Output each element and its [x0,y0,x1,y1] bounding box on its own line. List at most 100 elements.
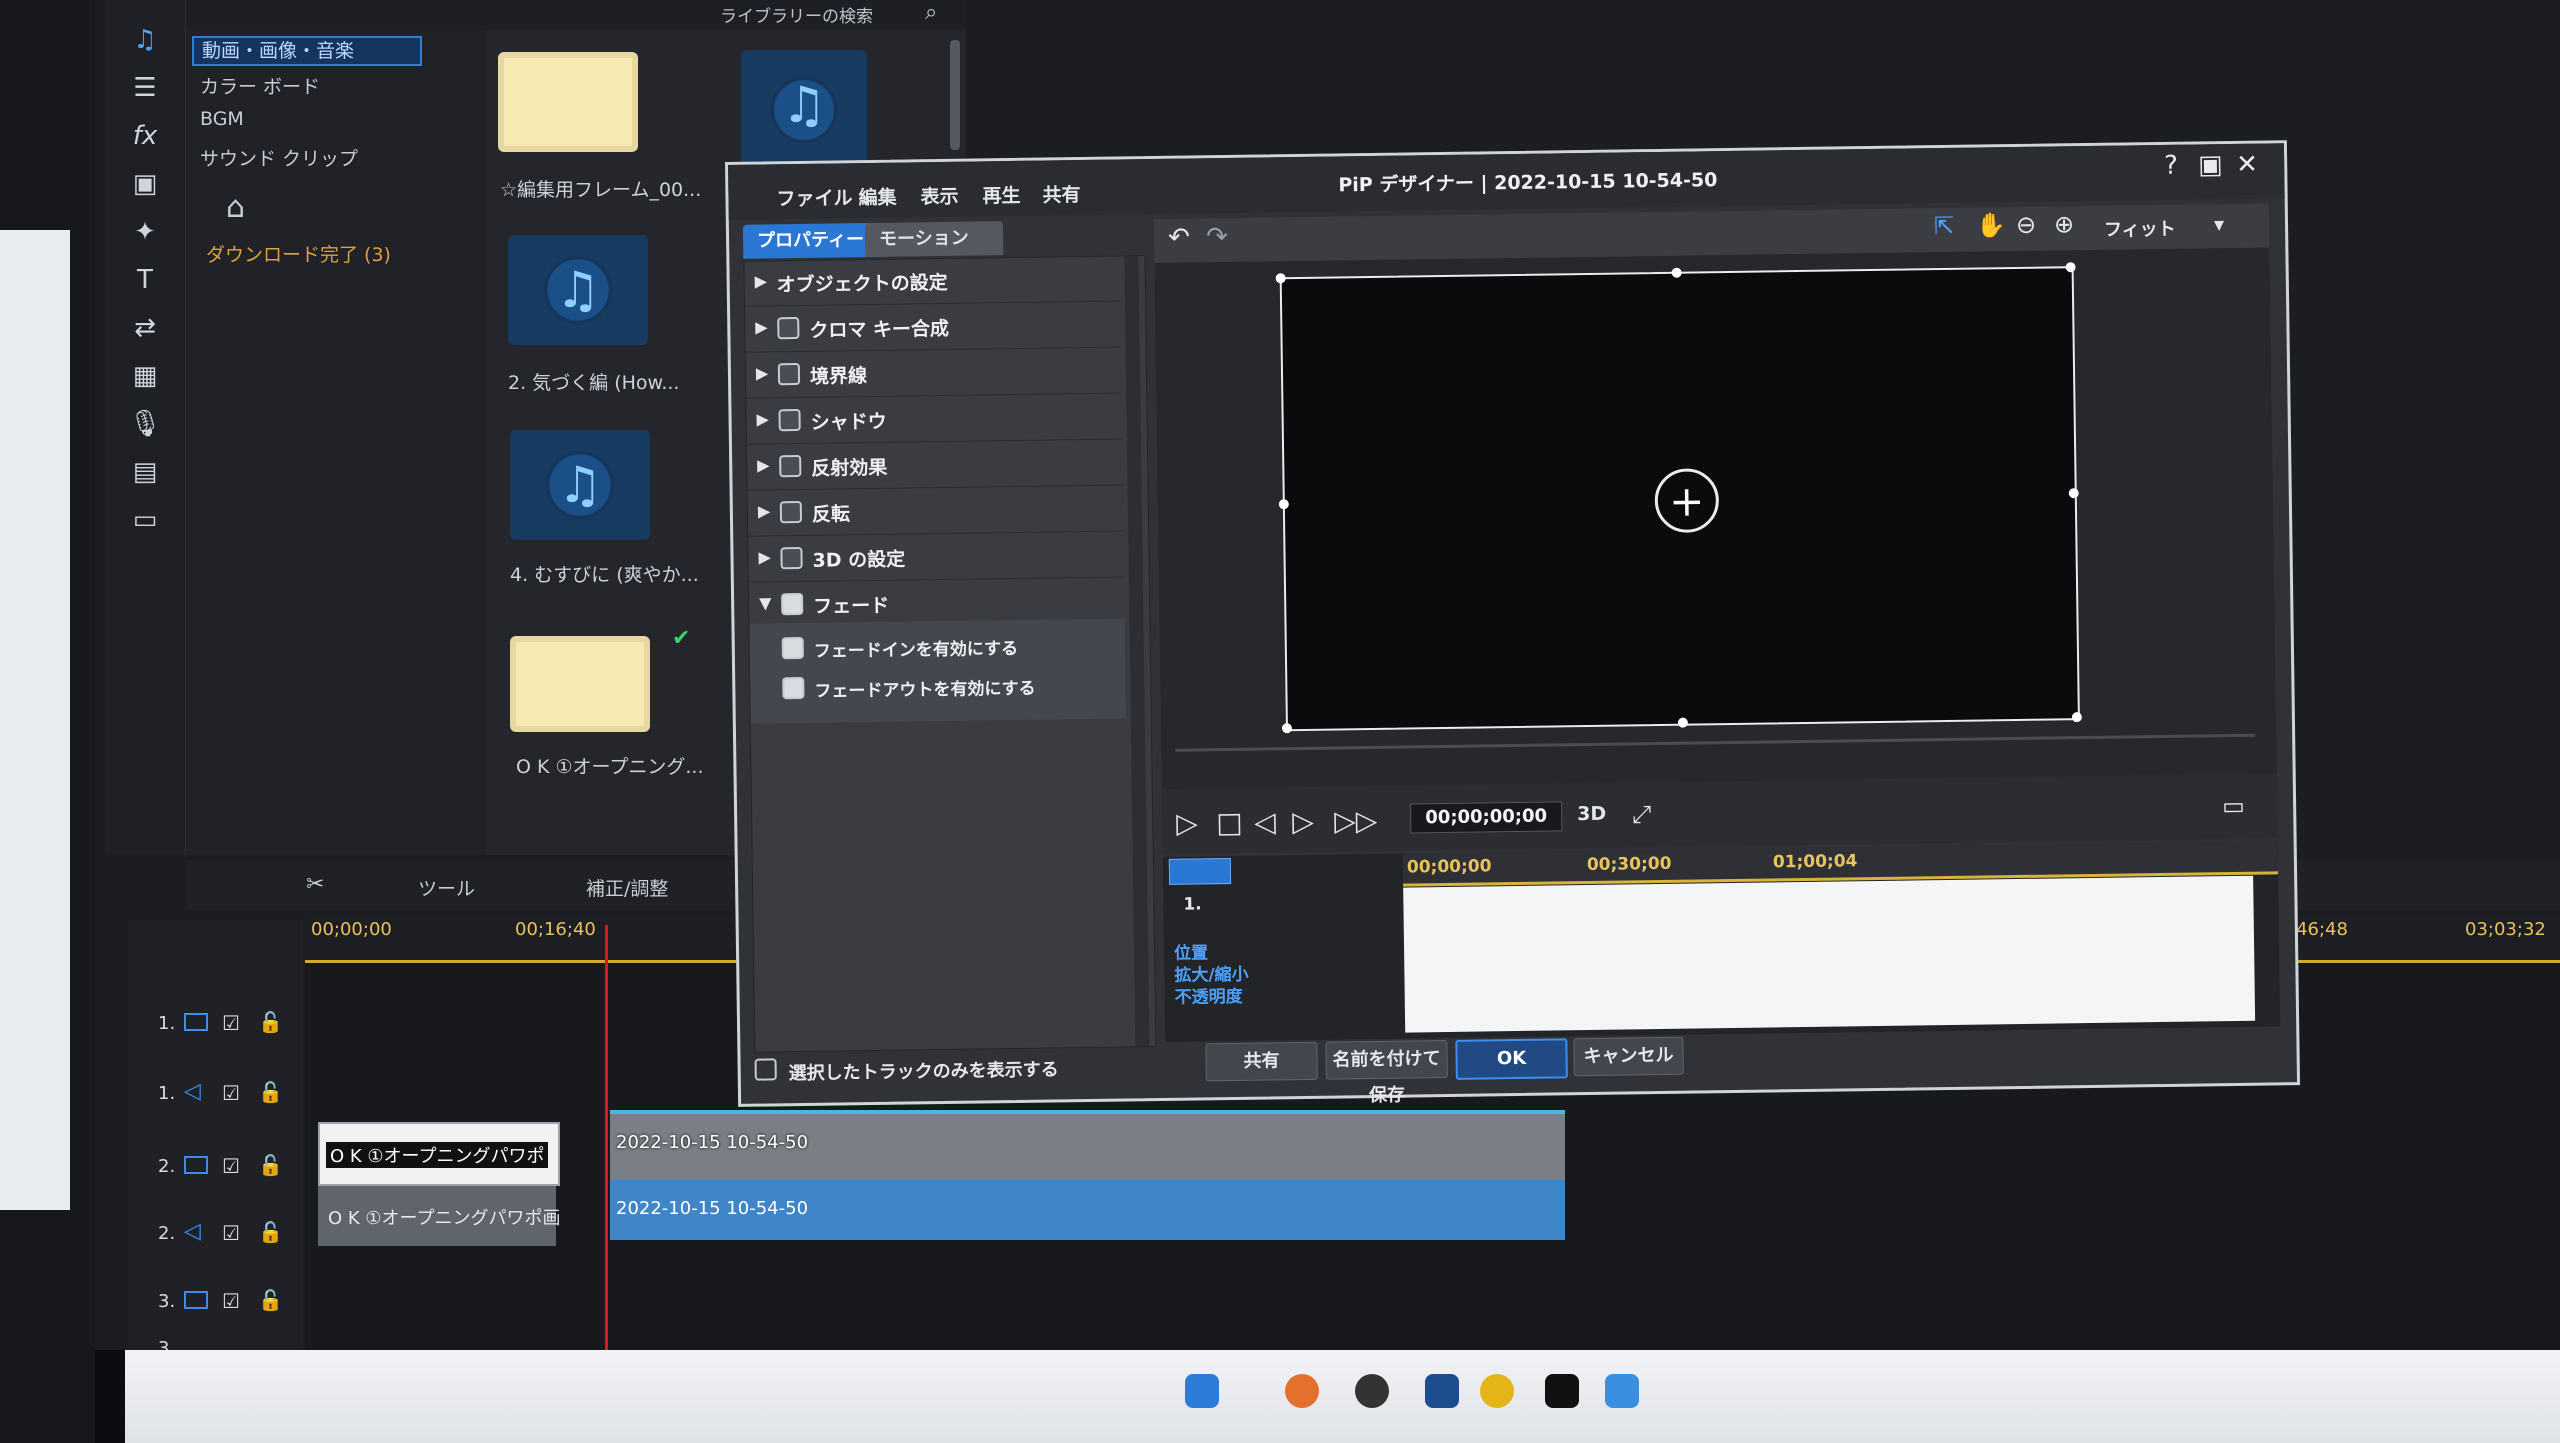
search-icon[interactable]: ⌕ [925,0,937,25]
menu-file[interactable]: ファイル [776,183,852,211]
category-bgm[interactable]: BGM [200,108,244,130]
tab-motion[interactable]: モーション [864,221,1004,258]
media-room-icon[interactable]: ♫ [125,22,165,58]
library-search-input[interactable]: ライブラリーの検索 [720,2,873,27]
track-enable-checkbox[interactable]: ☑ [222,1221,240,1245]
expand-arrow-icon[interactable]: ▶ [757,455,770,474]
ok-button[interactable]: OK [1455,1038,1568,1080]
expand-arrow-icon[interactable]: ▶ [758,547,771,566]
fullscreen-icon[interactable]: ⤢ [1632,800,1652,828]
resize-handle[interactable] [2065,262,2076,273]
taskbar-app-icon[interactable] [1425,1374,1459,1408]
fx-icon[interactable]: fx [125,118,165,154]
music-thumbnail[interactable]: ♫ [741,50,867,170]
lock-icon[interactable]: 🔓 [258,1288,283,1312]
menu-edit[interactable]: 編集 [858,183,896,211]
music-thumbnail[interactable]: ♫ [508,235,648,345]
microphone-icon[interactable]: 🎙 [125,406,165,442]
checkbox[interactable] [781,592,804,616]
resize-handle[interactable] [1275,273,1286,284]
resize-handle[interactable] [2071,712,2082,723]
title-clip-audio[interactable]: O K ①オープニングパワポ画 [318,1186,560,1246]
expand-arrow-icon[interactable]: ▶ [756,409,769,428]
redo-icon[interactable]: ↷ [1206,222,1228,252]
transition-icon[interactable]: ⇄ [125,310,165,346]
zoom-in-icon[interactable]: ⊕ [2054,210,2074,238]
expand-arrow-icon[interactable]: ▶ [755,271,768,290]
taskbar-app-icon[interactable] [1355,1374,1389,1408]
audio-mix-icon[interactable]: ▦ [125,358,165,394]
preview-area[interactable]: + [1153,203,2277,809]
video-clip[interactable]: 2022-10-15 10-54-50 [610,1110,1565,1184]
expand-arrow-icon[interactable]: ▶ [756,363,769,382]
particle-icon[interactable]: ✦ [125,214,165,250]
tab-properties[interactable]: プロパティー [742,222,882,259]
checkbox[interactable] [777,362,801,386]
resize-handle[interactable] [2068,488,2079,499]
audio-clip[interactable]: 2022-10-15 10-54-50 [610,1180,1565,1240]
preview-scrubber[interactable] [1175,733,2256,752]
track-enable-checkbox[interactable]: ☑ [222,1289,240,1313]
menu-share[interactable]: 共有 [1042,180,1080,208]
title-room-icon[interactable]: ☰ [125,70,165,106]
category-media[interactable]: 動画・画像・音楽 [192,36,422,66]
resize-handle[interactable] [1671,267,1682,278]
only-selected-checkbox[interactable] [754,1058,777,1081]
expand-arrow-icon[interactable]: ▶ [755,317,768,336]
checkbox[interactable] [779,500,803,524]
checkbox[interactable] [778,408,801,432]
prop-border[interactable]: ▶ 境界線 [745,348,1122,399]
taskbar-app-icon[interactable] [1285,1374,1319,1408]
close-icon[interactable]: ✕ [2236,150,2258,180]
taskbar-app-icon[interactable] [1545,1374,1579,1408]
checkbox[interactable] [779,454,802,478]
fast-forward-icon[interactable]: ▷▷ [1334,804,1378,838]
track-enable-checkbox[interactable]: ☑ [222,1081,240,1105]
maximize-icon[interactable]: ▣ [2198,150,2223,180]
display-mode-icon[interactable]: ▭ [2222,792,2245,820]
track-enable-checkbox[interactable]: ☑ [222,1154,240,1178]
thumbnail-frame[interactable] [498,52,638,152]
resize-handle[interactable] [1677,717,1688,728]
taskbar-app-icon[interactable] [1185,1374,1219,1408]
keyframe-lanes[interactable] [1403,875,2256,1033]
prop-flip[interactable]: ▶ 反転 [747,486,1124,537]
lock-icon[interactable]: 🔓 [258,1220,283,1244]
fade-in-checkbox[interactable] [781,636,804,660]
download-status[interactable]: ダウンロード完了 (3) [206,240,391,267]
chapter-icon[interactable]: ▤ [125,454,165,490]
subtitle-icon[interactable]: ▭ [125,502,165,538]
prop-reflection[interactable]: ▶ 反射効果 [746,440,1123,491]
menu-play[interactable]: 再生 [982,181,1020,209]
fade-out-checkbox[interactable] [782,676,805,700]
collapse-arrow-icon[interactable]: ▼ [759,593,772,612]
lock-icon[interactable]: 🔓 [258,1010,283,1034]
track-enable-checkbox[interactable]: ☑ [222,1011,240,1035]
resize-handle[interactable] [1281,723,1293,734]
stop-icon[interactable]: □ [1216,806,1243,839]
lock-icon[interactable]: 🔓 [258,1153,283,1177]
prop-shadow[interactable]: ▶ シャドウ [746,394,1122,445]
chevron-down-icon[interactable]: ▾ [2214,212,2224,236]
library-scrollbar[interactable] [950,40,960,150]
expand-arrow-icon[interactable]: ▶ [758,501,771,520]
next-frame-icon[interactable]: ▷ [1292,805,1314,838]
prop-object-settings[interactable]: ▶ オブジェクトの設定 [744,256,1120,307]
pip-icon[interactable]: ▣ [125,166,165,202]
menu-view[interactable]: 表示 [920,182,958,210]
previous-frame-icon[interactable]: ◁ [1254,805,1276,838]
move-crosshair-icon[interactable]: + [1654,468,1720,534]
save-as-button[interactable]: 名前を付けて保存 [1325,1040,1448,1106]
taskbar-app-icon[interactable] [1605,1374,1639,1408]
category-sound-clips[interactable]: サウンド クリップ [200,144,358,171]
title-clip-video[interactable]: O K ①オープニングパワポ [318,1122,560,1186]
share-button[interactable]: 共有 [1205,1041,1318,1082]
text-icon[interactable]: T [125,262,165,298]
tag-icon[interactable]: ⌂ [226,190,245,225]
properties-scrollbar[interactable] [1124,256,1150,1047]
checkbox[interactable] [780,546,803,570]
tools-menu[interactable]: ツール [418,874,475,901]
prop-chroma-key[interactable]: ▶ クロマ キー合成 [745,302,1121,353]
taskbar-app-icon[interactable] [1480,1374,1514,1408]
resize-handle[interactable] [1278,499,1289,510]
